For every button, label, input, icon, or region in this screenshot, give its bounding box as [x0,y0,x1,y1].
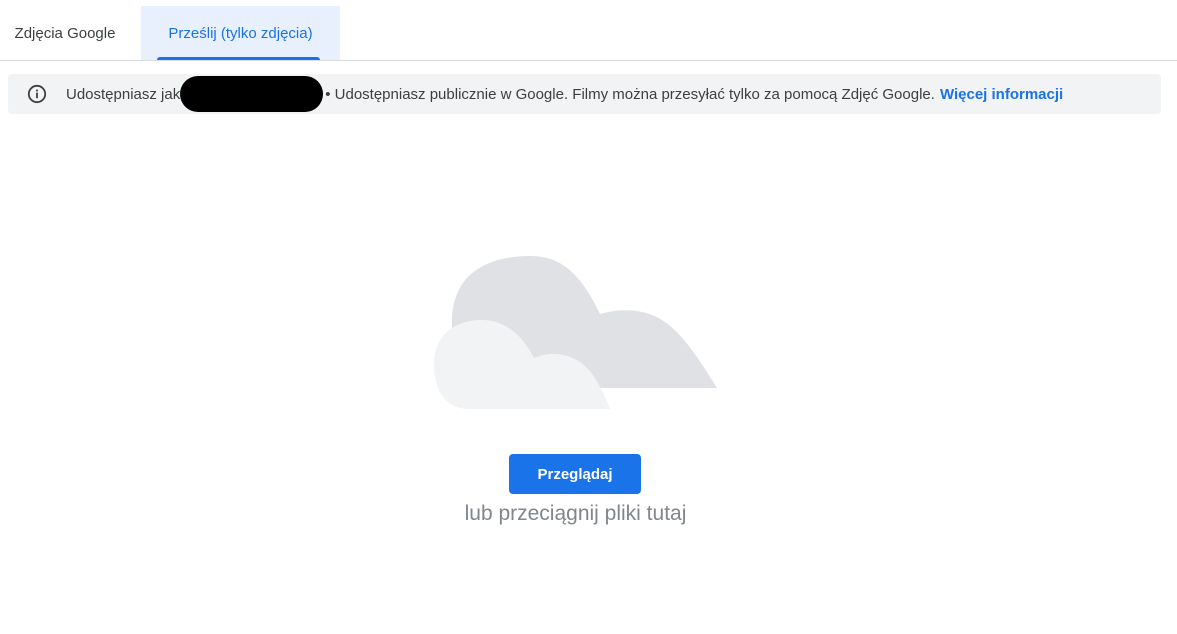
drop-files-hint: lub przeciągnij pliki tutaj [464,502,687,525]
cloud-illustration [434,256,717,409]
tab-google-photos-label: Zdjęcia Google [14,24,116,42]
more-info-link[interactable]: Więcej informacji [940,86,1063,103]
tab-upload-label: Prześlij (tylko zdjęcia) [168,24,313,42]
active-tab-indicator [157,57,320,60]
tab-upload[interactable]: Prześlij (tylko zdjęcia) [141,6,340,60]
sharing-info-banner: Udostępniasz jak • Udostępniasz publiczn… [8,74,1161,114]
banner-text-suffix: • Udostępniasz publicznie w Google. Film… [325,85,935,103]
redacted-account-name [180,76,324,112]
tab-bar: Zdjęcia Google Prześlij (tylko zdjęcia) [0,0,1177,61]
banner-text: Udostępniasz jak • Udostępniasz publiczn… [66,74,1063,114]
banner-text-prefix: Udostępniasz jak [66,85,181,103]
browse-button[interactable]: Przeglądaj [509,454,641,494]
upload-dialog: Zdjęcia Google Prześlij (tylko zdjęcia) … [0,0,1177,634]
info-icon [27,84,47,104]
tab-google-photos[interactable]: Zdjęcia Google [0,6,130,60]
